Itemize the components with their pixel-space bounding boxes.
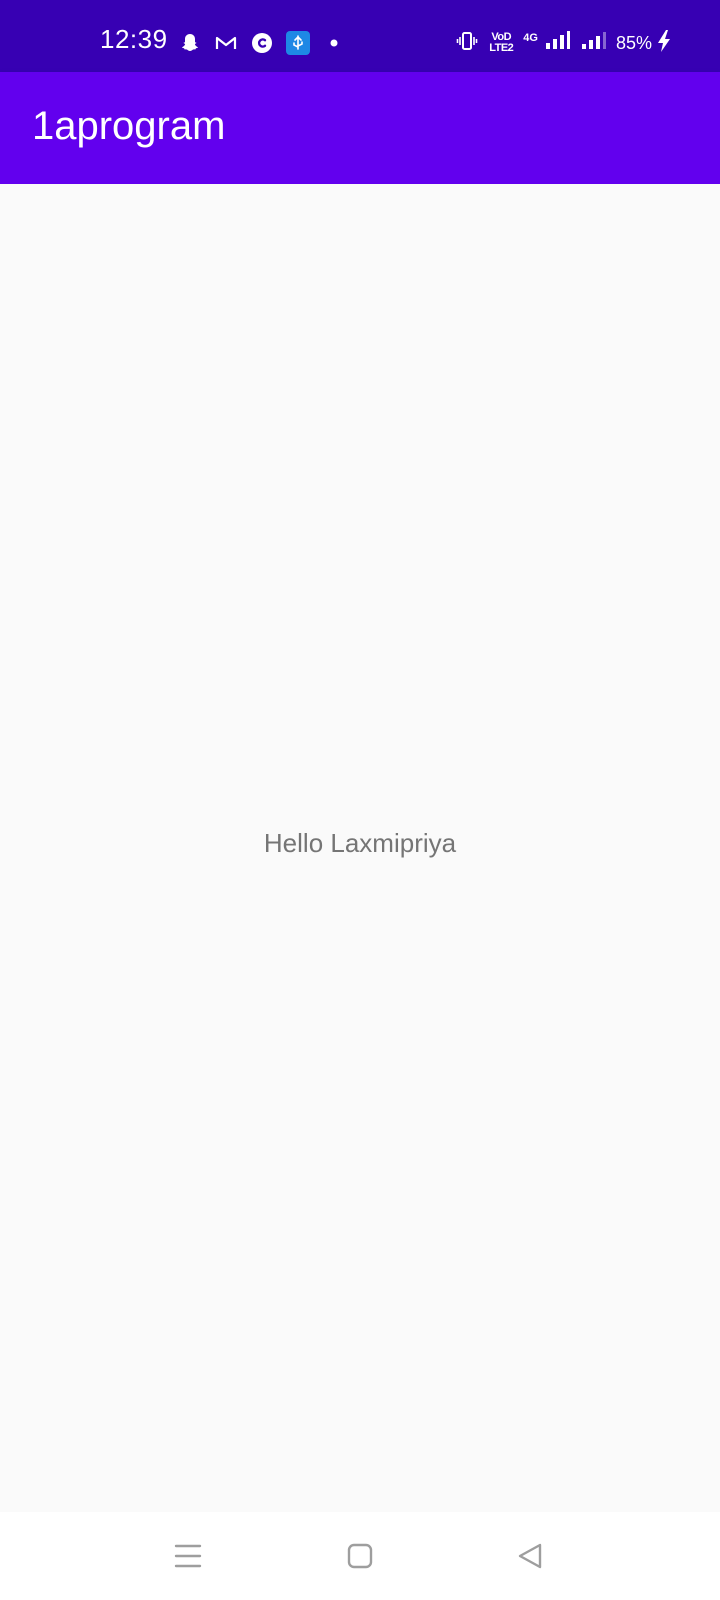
home-icon (347, 1543, 373, 1569)
signal-sim2-icon (580, 29, 606, 58)
back-button[interactable] (506, 1532, 554, 1580)
network-type-label: 4G (523, 31, 538, 44)
home-button[interactable] (336, 1532, 384, 1580)
status-time: 12:39 (100, 24, 168, 54)
vibrate-icon (455, 29, 479, 58)
volte-indicator: VoD LTE2 (489, 32, 514, 54)
menu-button[interactable] (164, 1532, 212, 1580)
app-screen: 12:39 VoD LTE2 4G 85% 1aprogram Hello La… (0, 0, 720, 1600)
main-content: Hello Laxmipriya (0, 184, 720, 1512)
battery-percent: 85% (615, 33, 652, 53)
copyright-app-icon (250, 31, 274, 55)
greeting-text: Hello Laxmipriya (263, 828, 457, 858)
app-title: 1aprogram (32, 104, 226, 148)
notification-dot-icon (322, 31, 346, 55)
status-bar: 12:39 VoD LTE2 4G 85% (0, 0, 720, 72)
system-status-icons: VoD LTE2 4G 85% (455, 29, 672, 58)
app-bar: 1aprogram (0, 72, 720, 184)
snapchat-icon (178, 31, 202, 55)
navigation-bar (0, 1512, 720, 1600)
gmail-icon (214, 31, 238, 55)
charging-bolt-icon (656, 29, 672, 58)
back-icon (518, 1543, 542, 1569)
menu-icon (174, 1544, 202, 1568)
notification-icons (178, 30, 346, 56)
volte-bottom-text: LTE2 (489, 42, 514, 54)
usb-icon (286, 31, 310, 55)
signal-4g-icon (544, 29, 570, 58)
